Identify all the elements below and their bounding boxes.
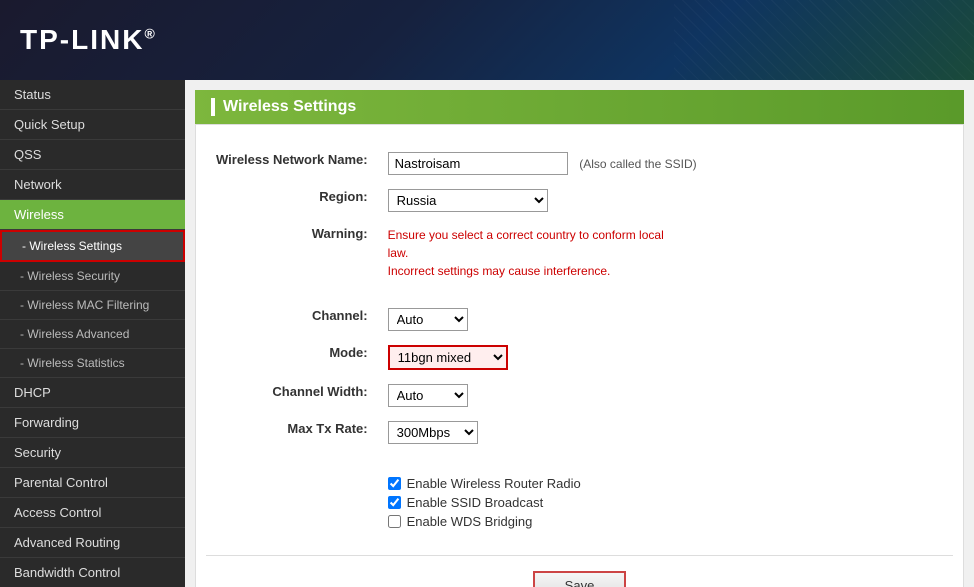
mode-select[interactable]: 11bgn mixed 11b only 11g only 11n only 1… (388, 345, 508, 370)
mode-row: Mode: 11bgn mixed 11b only 11g only 11n … (206, 338, 953, 377)
content-area: nastroi.sam.ru nastroi.sam.ru nastroi.sa… (185, 80, 974, 587)
mode-cell: 11bgn mixed 11b only 11g only 11n only 1… (378, 338, 953, 377)
checkboxes-cell: Enable Wireless Router Radio Enable SSID… (378, 465, 953, 540)
channel-label: Channel: (206, 301, 378, 338)
header: TP-LINK® (0, 0, 974, 80)
sidebar: Status Quick Setup QSS Network Wireless … (0, 80, 185, 587)
sidebar-item-status[interactable]: Status (0, 80, 185, 110)
max-tx-rate-label: Max Tx Rate: (206, 414, 378, 451)
channel-select[interactable]: Auto 123 456 789 10111213 (388, 308, 468, 331)
enable-wds-label: Enable WDS Bridging (407, 514, 533, 529)
sidebar-item-wireless-security[interactable]: - Wireless Security (0, 262, 185, 291)
enable-radio-checkbox[interactable] (388, 477, 401, 490)
sidebar-item-access-control[interactable]: Access Control (0, 498, 185, 528)
warning-cell: Ensure you select a correct country to c… (378, 219, 953, 287)
sidebar-item-wireless-stats[interactable]: - Wireless Statistics (0, 349, 185, 378)
sidebar-item-quick-setup[interactable]: Quick Setup (0, 110, 185, 140)
save-button[interactable]: Save (533, 571, 627, 587)
enable-radio-label: Enable Wireless Router Radio (407, 476, 581, 491)
sidebar-item-forwarding[interactable]: Forwarding (0, 408, 185, 438)
ssid-note: (Also called the SSID) (579, 157, 696, 171)
enable-wds-checkbox[interactable] (388, 515, 401, 528)
channel-width-row: Channel Width: Auto 20MHz 40MHz (206, 377, 953, 414)
network-name-label: Wireless Network Name: (206, 145, 378, 182)
sidebar-item-qss[interactable]: QSS (0, 140, 185, 170)
channel-cell: Auto 123 456 789 10111213 (378, 301, 953, 338)
sidebar-item-wireless-settings[interactable]: - Wireless Settings (0, 230, 185, 262)
channel-row: Channel: Auto 123 456 789 10111213 (206, 301, 953, 338)
sidebar-item-security[interactable]: Security (0, 438, 185, 468)
mode-label: Mode: (206, 338, 378, 377)
sidebar-item-wireless-mac[interactable]: - Wireless MAC Filtering (0, 291, 185, 320)
page-title: Wireless Settings (195, 90, 964, 124)
sidebar-item-wireless-advanced[interactable]: - Wireless Advanced (0, 320, 185, 349)
max-tx-rate-select[interactable]: 300Mbps 150Mbps 54Mbps 11Mbps (388, 421, 478, 444)
channel-width-select[interactable]: Auto 20MHz 40MHz (388, 384, 468, 407)
network-name-row: Wireless Network Name: (Also called the … (206, 145, 953, 182)
max-tx-rate-row: Max Tx Rate: 300Mbps 150Mbps 54Mbps 11Mb… (206, 414, 953, 451)
warning-row: Warning: Ensure you select a correct cou… (206, 219, 953, 287)
save-button-row: Save (206, 555, 953, 587)
max-tx-rate-cell: 300Mbps 150Mbps 54Mbps 11Mbps (378, 414, 953, 451)
enable-wds-row: Enable WDS Bridging (388, 514, 943, 529)
enable-ssid-checkbox[interactable] (388, 496, 401, 509)
channel-width-label: Channel Width: (206, 377, 378, 414)
network-name-cell: (Also called the SSID) (378, 145, 953, 182)
region-select[interactable]: Russia United States Canada China Europe (388, 189, 548, 212)
region-label: Region: (206, 182, 378, 219)
sidebar-item-bandwidth-control[interactable]: Bandwidth Control (0, 558, 185, 587)
sidebar-item-network[interactable]: Network (0, 170, 185, 200)
settings-form: Wireless Network Name: (Also called the … (195, 124, 964, 587)
channel-width-cell: Auto 20MHz 40MHz (378, 377, 953, 414)
enable-ssid-row: Enable SSID Broadcast (388, 495, 943, 510)
network-name-input[interactable] (388, 152, 568, 175)
sidebar-item-parental-control[interactable]: Parental Control (0, 468, 185, 498)
sidebar-item-advanced-routing[interactable]: Advanced Routing (0, 528, 185, 558)
main-layout: Status Quick Setup QSS Network Wireless … (0, 80, 974, 587)
logo: TP-LINK® (20, 24, 157, 56)
enable-radio-row: Enable Wireless Router Radio (388, 476, 943, 491)
region-cell: Russia United States Canada China Europe (378, 182, 953, 219)
sidebar-item-dhcp[interactable]: DHCP (0, 378, 185, 408)
warning-text: Ensure you select a correct country to c… (388, 226, 688, 280)
checkboxes-row: Enable Wireless Router Radio Enable SSID… (206, 465, 953, 540)
warning-label: Warning: (206, 219, 378, 287)
sidebar-item-wireless[interactable]: Wireless (0, 200, 185, 230)
region-row: Region: Russia United States Canada Chin… (206, 182, 953, 219)
form-table: Wireless Network Name: (Also called the … (206, 145, 953, 540)
enable-ssid-label: Enable SSID Broadcast (407, 495, 544, 510)
